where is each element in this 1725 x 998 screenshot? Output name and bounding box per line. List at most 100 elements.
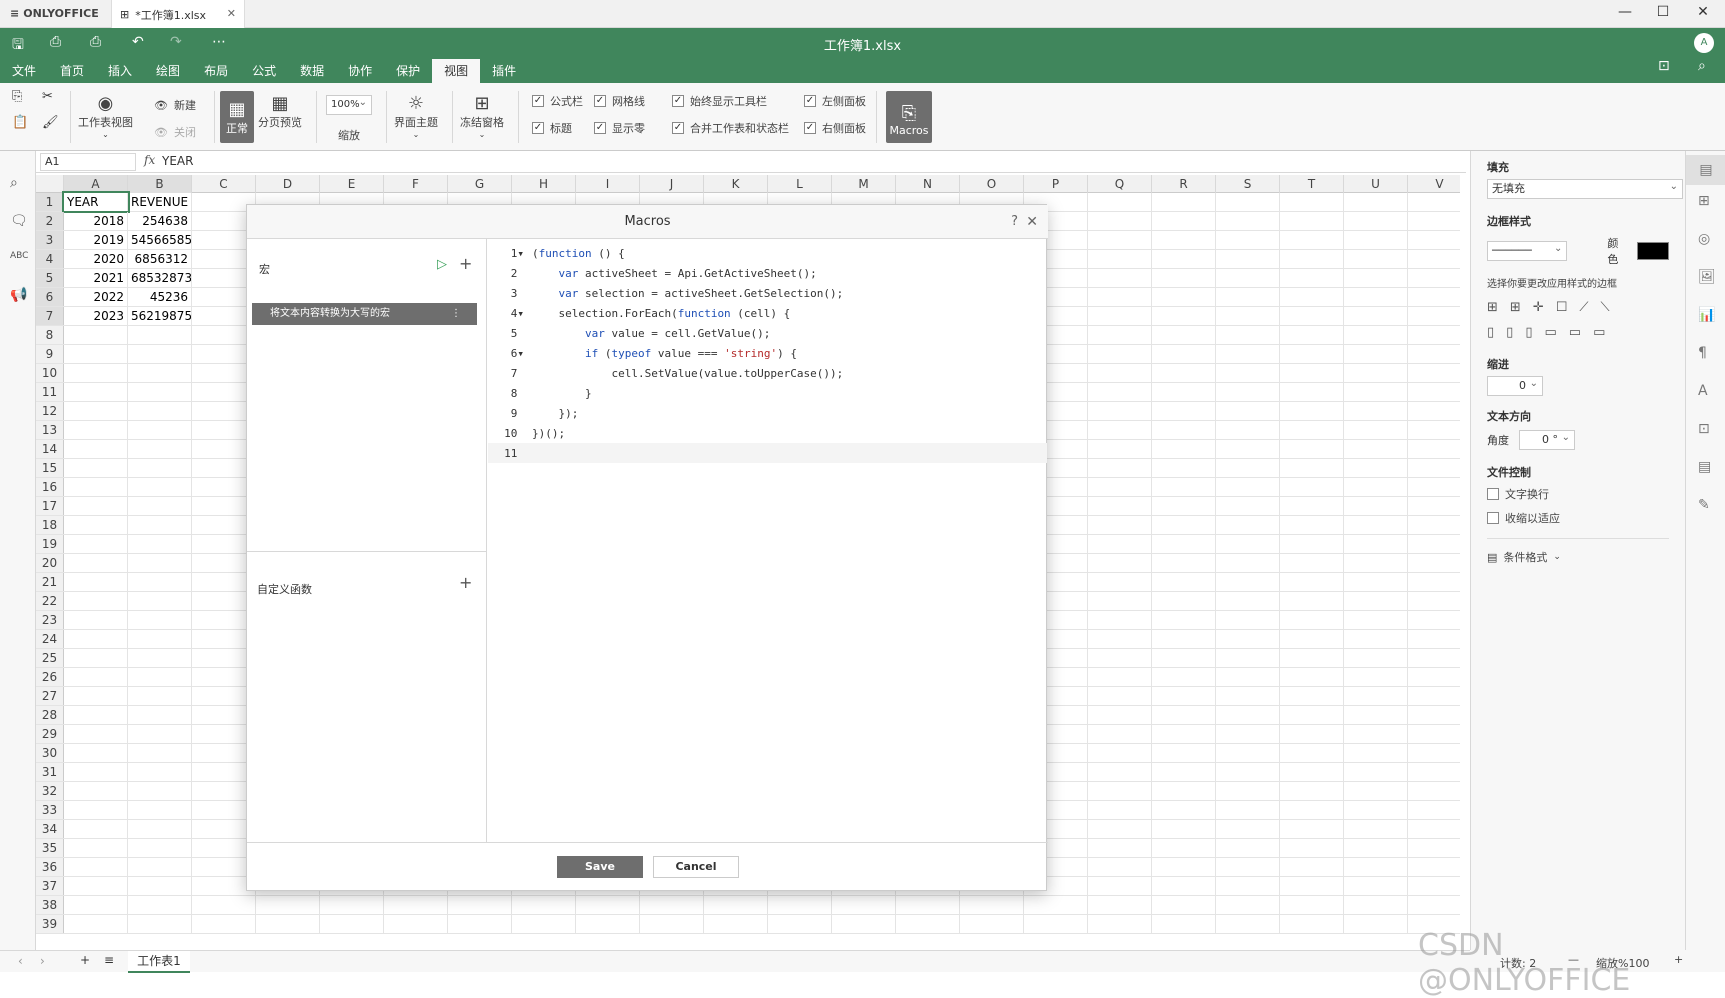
- grid-cell[interactable]: [128, 364, 192, 382]
- grid-cell[interactable]: [1408, 668, 1460, 686]
- row-header[interactable]: 12: [36, 402, 64, 420]
- inner-cross-icon[interactable]: ✛: [1533, 300, 1544, 315]
- grid-cell[interactable]: [128, 421, 192, 439]
- column-header[interactable]: C: [192, 175, 256, 193]
- column-header[interactable]: I: [576, 175, 640, 193]
- grid-cell[interactable]: [128, 687, 192, 705]
- grid-cell[interactable]: [1344, 535, 1408, 553]
- paragraph-icon[interactable]: ¶: [1698, 345, 1707, 361]
- grid-cell[interactable]: [1280, 288, 1344, 306]
- quick-print-icon[interactable]: ⎙: [90, 34, 101, 50]
- grid-cell[interactable]: [1216, 193, 1280, 211]
- save-button[interactable]: Save: [557, 856, 643, 878]
- column-header[interactable]: R: [1152, 175, 1216, 193]
- grid-cell[interactable]: [1280, 611, 1344, 629]
- code-editor[interactable]: 1▾ (function () {2 var activeSheet = Api.…: [488, 239, 1047, 842]
- grid-cell[interactable]: [64, 592, 128, 610]
- grid-cell[interactable]: [128, 877, 192, 895]
- table-settings-icon[interactable]: ⊞: [1698, 193, 1710, 209]
- row-header[interactable]: 32: [36, 782, 64, 800]
- grid-cell[interactable]: [1344, 820, 1408, 838]
- grid-cell[interactable]: [1344, 630, 1408, 648]
- grid-cell[interactable]: 45236: [128, 288, 192, 306]
- grid-cell[interactable]: [1152, 326, 1216, 344]
- grid-cell[interactable]: [128, 497, 192, 515]
- grid-cell[interactable]: [128, 668, 192, 686]
- grid-cell[interactable]: [1088, 668, 1152, 686]
- grid-cell[interactable]: [1216, 611, 1280, 629]
- grid-cell[interactable]: [1344, 421, 1408, 439]
- grid-cell[interactable]: [128, 649, 192, 667]
- grid-cell[interactable]: [1216, 706, 1280, 724]
- grid-cell[interactable]: [1344, 193, 1408, 211]
- grid-cell[interactable]: [1344, 801, 1408, 819]
- grid-cell[interactable]: [1216, 725, 1280, 743]
- grid-cell[interactable]: [1152, 706, 1216, 724]
- view-option-checkbox[interactable]: ✓ 标题: [532, 120, 572, 136]
- grid-cell[interactable]: [1152, 516, 1216, 534]
- grid-cell[interactable]: [1088, 877, 1152, 895]
- grid-cell[interactable]: [64, 782, 128, 800]
- grid-cell[interactable]: [1344, 212, 1408, 230]
- grid-cell[interactable]: [1408, 687, 1460, 705]
- view-option-checkbox[interactable]: ✓ 右侧面板: [804, 120, 866, 136]
- fill-select[interactable]: 无填充: [1487, 178, 1683, 199]
- grid-cell[interactable]: [64, 421, 128, 439]
- grid-cell[interactable]: [1344, 307, 1408, 325]
- column-header[interactable]: B: [128, 175, 192, 193]
- grid-cell[interactable]: [128, 440, 192, 458]
- grid-cell[interactable]: [1152, 915, 1216, 933]
- grid-cell[interactable]: [1152, 402, 1216, 420]
- grid-cell[interactable]: [1152, 611, 1216, 629]
- grid-cell[interactable]: [192, 896, 256, 914]
- grid-cell[interactable]: [1408, 877, 1460, 895]
- grid-cell[interactable]: [1344, 288, 1408, 306]
- grid-cell[interactable]: [64, 402, 128, 420]
- grid-cell[interactable]: [1152, 554, 1216, 572]
- grid-cell[interactable]: [1344, 459, 1408, 477]
- grid-cell[interactable]: [1216, 231, 1280, 249]
- row-header[interactable]: 27: [36, 687, 64, 705]
- menu-tab[interactable]: 文件: [0, 59, 48, 83]
- more-vertical-icon[interactable]: ⋮: [451, 303, 461, 325]
- grid-cell[interactable]: [1344, 478, 1408, 496]
- grid-cell[interactable]: [1088, 592, 1152, 610]
- view-option-checkbox[interactable]: ✓ 公式栏: [532, 93, 583, 109]
- grid-cell[interactable]: [128, 535, 192, 553]
- grid-cell[interactable]: [128, 858, 192, 876]
- row-header[interactable]: 34: [36, 820, 64, 838]
- menu-tab[interactable]: 数据: [288, 59, 336, 83]
- spellcheck-icon[interactable]: ABC: [10, 251, 28, 261]
- grid-cell[interactable]: [1152, 763, 1216, 781]
- grid-cell[interactable]: [1088, 383, 1152, 401]
- grid-cell[interactable]: [1216, 877, 1280, 895]
- column-header[interactable]: P: [1024, 175, 1088, 193]
- text-art-icon[interactable]: A: [1698, 383, 1708, 399]
- grid-cell[interactable]: [64, 345, 128, 363]
- row-header[interactable]: 29: [36, 725, 64, 743]
- grid-cell[interactable]: [1408, 858, 1460, 876]
- grid-cell[interactable]: [64, 725, 128, 743]
- grid-cell[interactable]: [128, 326, 192, 344]
- grid-cell[interactable]: [1408, 421, 1460, 439]
- column-header[interactable]: A: [64, 175, 128, 193]
- column-header[interactable]: U: [1344, 175, 1408, 193]
- grid-cell[interactable]: 2020: [64, 250, 128, 268]
- grid-cell[interactable]: [1280, 364, 1344, 382]
- grid-cell[interactable]: [1152, 649, 1216, 667]
- grid-cell[interactable]: [1216, 516, 1280, 534]
- column-header[interactable]: L: [768, 175, 832, 193]
- grid-cell[interactable]: [1280, 877, 1344, 895]
- freeze-panes-button[interactable]: ⊞ 冻结窗格 ⌄: [460, 93, 504, 139]
- grid-cell[interactable]: [896, 915, 960, 933]
- grid-cell[interactable]: [64, 535, 128, 553]
- grid-cell[interactable]: [1344, 516, 1408, 534]
- outer-border-icon[interactable]: ☐: [1556, 300, 1568, 315]
- grid-cell[interactable]: [1408, 611, 1460, 629]
- grid-cell[interactable]: [1280, 231, 1344, 249]
- grid-cell[interactable]: [64, 364, 128, 382]
- column-header[interactable]: M: [832, 175, 896, 193]
- row-header[interactable]: 5: [36, 269, 64, 287]
- grid-cell[interactable]: [1408, 725, 1460, 743]
- copy-icon[interactable]: ⎘: [12, 89, 22, 104]
